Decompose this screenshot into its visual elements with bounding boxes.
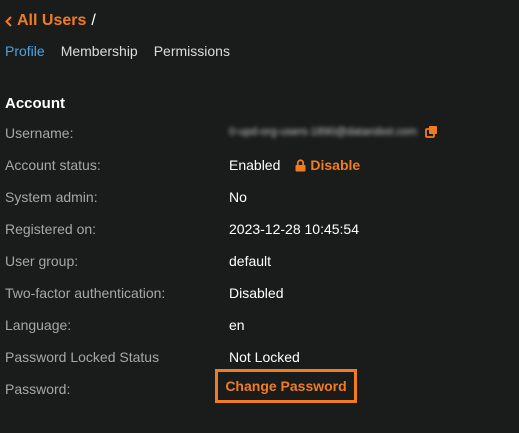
row-password-locked-status: Password Locked Status Not Locked [5, 349, 505, 367]
account-status-label: Account status: [5, 157, 101, 173]
two-factor-auth-label: Two-factor authentication: [5, 285, 166, 301]
system-admin-value: No [229, 189, 247, 205]
username-value: 0-upd-org-users-1890@datarobot.com [229, 125, 417, 138]
row-language: Language: en [5, 317, 505, 335]
row-account-status: Account status: Enabled Disable [5, 157, 505, 175]
account-status-value-container: Enabled Disable [229, 157, 360, 173]
row-user-group: User group: default [5, 253, 505, 271]
username-value-container: 0-upd-org-users-1890@datarobot.com [229, 125, 438, 138]
language-label: Language: [5, 317, 72, 333]
lock-icon [295, 158, 306, 171]
password-locked-status-value: Not Locked [229, 349, 300, 365]
user-group-value: default [229, 253, 272, 269]
row-username: Username: 0-upd-org-users-1890@datarobot… [5, 125, 505, 143]
row-system-admin: System admin: No [5, 189, 505, 207]
breadcrumb: All Users / [5, 10, 96, 32]
tab-profile[interactable]: Profile [5, 43, 45, 59]
tab-permissions[interactable]: Permissions [154, 43, 230, 59]
registered-on-label: Registered on: [5, 221, 97, 237]
disable-link-label: Disable [310, 157, 361, 173]
row-registered-on: Registered on: 2023-12-28 10:45:54 [5, 221, 505, 239]
chevron-left-icon [5, 15, 12, 27]
copy-username-button[interactable] [424, 125, 438, 138]
back-link-label: All Users [17, 12, 87, 29]
language-value: en [229, 317, 245, 333]
all-users-back-link[interactable]: All Users [5, 12, 86, 30]
breadcrumb-separator: / [91, 12, 96, 29]
registered-on-value: 2023-12-28 10:45:54 [229, 221, 359, 237]
password-locked-status-label: Password Locked Status [5, 349, 160, 365]
copy-icon [424, 126, 437, 138]
change-password-button[interactable]: Change Password [215, 369, 357, 403]
system-admin-label: System admin: [5, 189, 98, 205]
tab-membership[interactable]: Membership [61, 43, 138, 59]
disable-account-link[interactable]: Disable [295, 157, 360, 173]
two-factor-auth-value: Disabled [229, 285, 284, 301]
account-status-value: Enabled [229, 157, 281, 173]
password-label: Password: [5, 381, 71, 397]
user-group-label: User group: [5, 253, 79, 269]
username-label: Username: [5, 125, 74, 141]
profile-tabs: Profile Membership Permissions [5, 43, 246, 59]
account-section-title: Account [5, 95, 65, 112]
row-two-factor-auth: Two-factor authentication: Disabled [5, 285, 505, 303]
